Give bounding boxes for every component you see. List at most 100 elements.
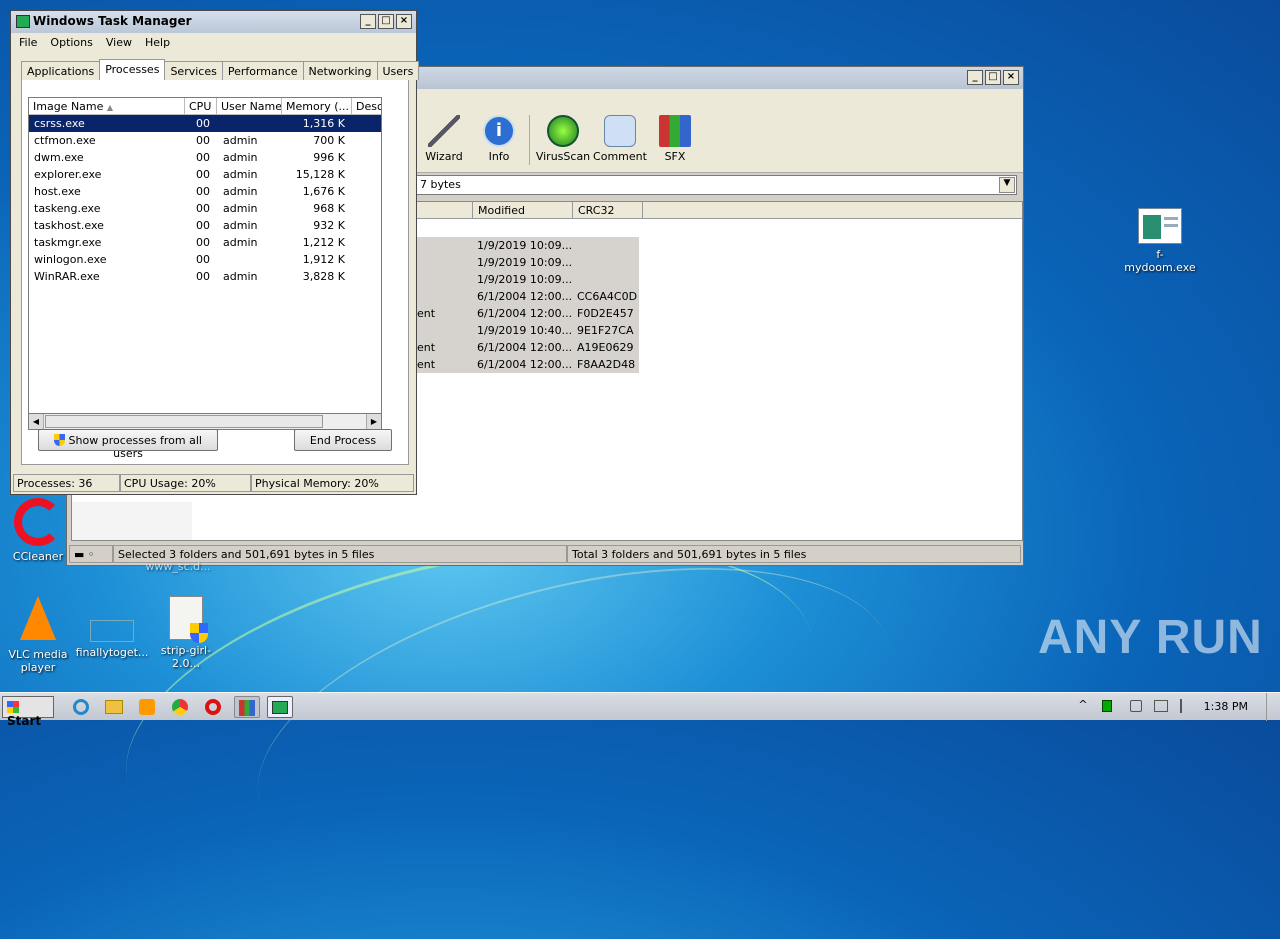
desktop-icon-finallytoget[interactable]: finallytoget...: [74, 596, 150, 659]
menu-options[interactable]: Options: [50, 36, 92, 49]
maximize-button[interactable]: □: [985, 70, 1001, 85]
archive-row[interactable]: 1/9/2019 10:40... 9E1F27CA: [413, 322, 639, 339]
horizontal-scrollbar[interactable]: ◀ ▶: [28, 413, 382, 430]
scroll-left-icon[interactable]: ◀: [29, 414, 44, 429]
media-player-icon[interactable]: [134, 696, 160, 718]
process-row[interactable]: dwm.exe 00 admin 996 K: [29, 149, 381, 166]
opera-icon[interactable]: [200, 696, 226, 718]
column-header-modified[interactable]: Modified: [473, 202, 573, 219]
desktop-icon-label: strip-girl-2.0...: [160, 644, 212, 670]
tray-app-icon[interactable]: [1102, 700, 1112, 712]
column-label: Image Name: [33, 100, 104, 113]
archive-row[interactable]: 6/1/2004 12:00... CC6A4C0D: [413, 288, 639, 305]
column-header-memory[interactable]: Memory (...: [282, 98, 352, 115]
start-button[interactable]: Start: [2, 696, 54, 728]
path-combobox[interactable]: 7 bytes ▼: [415, 175, 1017, 195]
process-row[interactable]: csrss.exe 00 1,316 K: [29, 115, 381, 132]
show-all-processes-button[interactable]: Show processes from all users: [38, 429, 218, 460]
close-button[interactable]: ×: [396, 14, 412, 29]
process-cell-name: host.exe: [34, 185, 81, 198]
archive-row[interactable]: 1/9/2019 10:09...: [413, 271, 639, 288]
menu-help[interactable]: Help: [145, 36, 170, 49]
tab-networking[interactable]: Networking: [302, 61, 378, 80]
process-row[interactable]: WinRAR.exe 00 admin 3,828 K: [29, 268, 381, 285]
column-header-description[interactable]: Desc: [352, 98, 381, 115]
column-header-image-name[interactable]: Image Name ▲: [29, 98, 185, 115]
desktop-icon-www[interactable]: www_sc.d...: [140, 560, 216, 573]
ie-icon[interactable]: [68, 696, 94, 718]
exe-file-icon: [1138, 208, 1182, 244]
toolbar-wizard-button[interactable]: Wizard: [416, 115, 472, 163]
archive-row[interactable]: ent 6/1/2004 12:00... F0D2E457: [413, 305, 639, 322]
tab-services[interactable]: Services: [164, 61, 223, 80]
scrollbar-thumb[interactable]: [45, 415, 323, 428]
column-header-crc32[interactable]: CRC32: [573, 202, 643, 219]
explorer-folder-icon[interactable]: [101, 696, 127, 718]
process-cell-name: dwm.exe: [34, 151, 84, 164]
show-hidden-icons-icon[interactable]: ^: [1074, 698, 1092, 711]
minimize-button[interactable]: _: [967, 70, 983, 85]
show-desktop-button[interactable]: [1266, 693, 1280, 721]
tab-applications[interactable]: Applications: [21, 61, 101, 80]
process-row[interactable]: taskhost.exe 00 admin 932 K: [29, 217, 381, 234]
process-cell-cpu: 00: [196, 168, 210, 181]
chevron-down-icon[interactable]: ▼: [999, 177, 1015, 193]
process-row[interactable]: host.exe 00 admin 1,676 K: [29, 183, 381, 200]
status-physical-memory: Physical Memory: 20%: [251, 474, 414, 492]
desktop-icon-vlc[interactable]: VLC media player: [0, 596, 76, 674]
tray-network-icon[interactable]: [1154, 700, 1168, 712]
process-row[interactable]: winlogon.exe 00 1,912 K: [29, 251, 381, 268]
toolbar-info-button[interactable]: i Info: [471, 115, 527, 163]
column-header-user-name[interactable]: User Name: [217, 98, 282, 115]
process-row[interactable]: ctfmon.exe 00 admin 700 K: [29, 132, 381, 149]
tab-users[interactable]: Users: [376, 61, 420, 80]
maximize-button[interactable]: □: [378, 14, 394, 29]
wizard-icon: [428, 115, 460, 147]
desktop-icon-ccleaner[interactable]: CCleaner: [0, 498, 76, 563]
process-cell-cpu: 00: [196, 219, 210, 232]
desktop-icon-strip-girl[interactable]: strip-girl-2.0...: [148, 596, 224, 670]
task-manager-window[interactable]: Windows Task Manager _ □ × File Options …: [10, 10, 420, 495]
tray-speaker-icon[interactable]: [1130, 700, 1142, 712]
close-button[interactable]: ×: [1003, 70, 1019, 85]
process-cell-mem: 3,828 K: [302, 270, 345, 283]
menu-file[interactable]: File: [19, 36, 37, 49]
tab-performance[interactable]: Performance: [221, 61, 304, 80]
chrome-icon[interactable]: [167, 696, 193, 718]
process-cell-mem: 996 K: [313, 151, 345, 164]
path-value: 7 bytes: [420, 178, 461, 191]
archive-cell-modified: 6/1/2004 12:00...: [477, 307, 573, 320]
scroll-right-icon[interactable]: ▶: [366, 414, 381, 429]
archive-row[interactable]: 1/9/2019 10:09...: [413, 254, 639, 271]
toolbar-virusscan-button[interactable]: VirusScan: [535, 115, 591, 163]
list-blank-area: [72, 502, 192, 540]
process-cell-name: WinRAR.exe: [34, 270, 100, 283]
minimize-button[interactable]: _: [360, 14, 376, 29]
taskbar-task-manager-button[interactable]: [267, 696, 293, 718]
desktop-icon-f-mydoom[interactable]: f-mydoom.exe: [1122, 206, 1198, 274]
toolbar-sfx-button[interactable]: SFX: [647, 115, 703, 163]
process-row[interactable]: taskmgr.exe 00 admin 1,212 K: [29, 234, 381, 251]
archive-row[interactable]: 1/9/2019 10:09...: [413, 237, 639, 254]
tab-processes[interactable]: Processes: [99, 59, 166, 80]
process-cell-name: taskhost.exe: [34, 219, 104, 232]
clock[interactable]: 1:38 PM: [1204, 700, 1248, 713]
archive-row[interactable]: ent 6/1/2004 12:00... F8AA2D48: [413, 356, 639, 373]
drive-icon: ▬ ◦: [69, 545, 113, 563]
menu-view[interactable]: View: [106, 36, 132, 49]
process-list[interactable]: Image Name ▲ CPU User Name Memory (... D…: [28, 97, 382, 422]
toolbar-comment-button[interactable]: Comment: [592, 115, 648, 163]
process-row[interactable]: explorer.exe 00 admin 15,128 K: [29, 166, 381, 183]
desktop-icon-label: CCleaner: [12, 550, 64, 563]
tray-flag-icon[interactable]: [1180, 699, 1192, 713]
desktop-icon-label: www_sc.d...: [145, 560, 211, 573]
task-manager-titlebar[interactable]: Windows Task Manager _ □ ×: [11, 11, 416, 33]
column-header-cpu[interactable]: CPU: [185, 98, 217, 115]
info-icon: i: [483, 115, 515, 147]
end-process-button[interactable]: End Process: [294, 429, 392, 451]
ccleaner-icon: [14, 498, 62, 546]
taskbar-winrar-button[interactable]: [234, 696, 260, 718]
process-row[interactable]: taskeng.exe 00 admin 968 K: [29, 200, 381, 217]
archive-row[interactable]: ent 6/1/2004 12:00... A19E0629: [413, 339, 639, 356]
archive-cell-modified: 1/9/2019 10:09...: [477, 239, 573, 252]
